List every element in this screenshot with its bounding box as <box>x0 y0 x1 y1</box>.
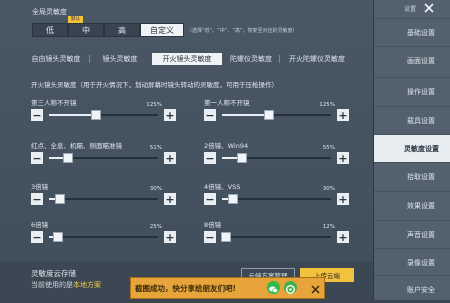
global-sensitivity-title: 全局灵敏度 <box>32 8 67 16</box>
sidebar-item-audio[interactable]: 声音设置 <box>374 220 450 248</box>
tab-gyroscope[interactable]: 陀螺仪灵敏度 <box>224 53 278 65</box>
sidebar-item-effects[interactable]: 效果设置 <box>374 191 450 219</box>
decrease-button[interactable]: − <box>31 193 43 205</box>
toast-close-icon[interactable] <box>309 281 322 294</box>
increase-button[interactable]: + <box>164 193 176 205</box>
slider-value: 51% <box>149 145 162 151</box>
sidebar-item-sensitivity[interactable]: 灵敏度设置 <box>374 134 450 162</box>
default-badge: 默认 <box>68 16 83 23</box>
wechat-share-icon[interactable] <box>267 281 280 294</box>
decrease-button[interactable]: − <box>204 152 216 164</box>
sidebar-item-controls[interactable]: 操作设置 <box>374 77 450 105</box>
slider-track[interactable] <box>49 232 158 242</box>
slider-thumb[interactable] <box>236 153 247 163</box>
close-icon[interactable] <box>421 0 437 16</box>
cloud-status-scheme: 本地方案 <box>73 281 101 289</box>
slider-track[interactable] <box>49 194 158 204</box>
slider-value: 12% <box>322 224 335 230</box>
slider-label: 第一人称不开镜 <box>204 99 250 107</box>
slider-track[interactable] <box>222 153 331 163</box>
slider-value: 30% <box>322 186 335 192</box>
settings-sidebar: 设置 基础设置 画面设置操作设置 载具设置 灵敏度设置 拾取设置 效果设置 声音设置 录像设置… <box>373 0 450 300</box>
slider-track[interactable] <box>222 194 331 204</box>
slider-track[interactable] <box>49 110 158 120</box>
sidebar-header: 设置 <box>374 0 450 18</box>
section-description: 开火镜头灵敏度（用于开火情况下，划动屏幕时镜头转动的灵敏度，可用于压枪操作） <box>31 81 278 89</box>
slider-label: 3倍镜 <box>31 183 49 191</box>
moments-share-icon[interactable] <box>284 281 297 294</box>
preset-high[interactable]: 高 <box>104 23 140 37</box>
slider-label: 6倍镜 <box>31 221 49 229</box>
decrease-button[interactable]: − <box>204 231 216 243</box>
increase-button[interactable]: + <box>337 152 349 164</box>
cloud-storage-title: 灵敏度云存储 <box>31 269 76 278</box>
slider-thumb[interactable] <box>221 232 232 242</box>
decrease-button[interactable]: − <box>31 152 43 164</box>
cloud-storage-status: 当前使用的是本地方案 <box>31 280 101 290</box>
decrease-button[interactable]: − <box>31 109 43 121</box>
sidebar-item-basic[interactable]: 基础设置 <box>374 18 450 46</box>
slider-thumb[interactable] <box>227 194 238 204</box>
slider-thumb[interactable] <box>62 153 73 163</box>
sidebar-item-vehicle[interactable]: 载具设置 <box>374 106 450 134</box>
screenshot-toast: 截图成功，快分享给朋友们吧! <box>130 277 325 299</box>
sidebar-item-graphics[interactable]: 画面设置 <box>374 46 450 74</box>
slider-fill <box>49 114 96 116</box>
slider-value: 25% <box>149 224 162 230</box>
preset-custom[interactable]: 自定义 <box>140 23 184 37</box>
slider-label: 8倍镜 <box>204 221 222 229</box>
preset-hint: （选择“低”、“中”、“高”，恢复至对应的灵敏度） <box>187 28 298 34</box>
slider-label: 第三人称不开镜 <box>31 99 77 107</box>
slider-track[interactable] <box>221 232 331 242</box>
slider-track[interactable] <box>222 110 331 120</box>
slider-thumb[interactable] <box>263 110 274 120</box>
decrease-button[interactable]: − <box>204 193 216 205</box>
sidebar-item-pickup[interactable]: 拾取设置 <box>374 162 450 190</box>
slider-track[interactable] <box>49 153 158 163</box>
increase-button[interactable]: + <box>164 109 176 121</box>
slider-thumb[interactable] <box>52 232 63 242</box>
slider-thumb[interactable] <box>54 194 65 204</box>
slider-value: 125% <box>319 102 335 108</box>
settings-main-panel: 全局灵敏度 低 中 默认 高 自定义 （选择“低”、“中”、“高”，恢复至对应的… <box>0 0 373 300</box>
slider-value: 125% <box>146 102 162 108</box>
increase-button[interactable]: + <box>337 231 349 243</box>
increase-button[interactable]: + <box>337 193 349 205</box>
preset-low[interactable]: 低 <box>32 23 68 37</box>
increase-button[interactable]: + <box>337 109 349 121</box>
decrease-button[interactable]: − <box>31 231 43 243</box>
decrease-button[interactable]: − <box>204 109 216 121</box>
slider-label: 4倍镜、VSS <box>204 183 241 191</box>
tab-free-camera[interactable]: 自由镜头灵敏度 <box>24 53 88 65</box>
slider-label: 红点、全息、机瞄、侧面瞄准镜 <box>31 142 122 150</box>
tab-camera[interactable]: 镜头灵敏度 <box>90 53 150 65</box>
tab-firing-camera[interactable]: 开火镜头灵敏度 <box>152 53 222 65</box>
sidebar-item-account-security[interactable]: 账户安全 <box>374 275 450 303</box>
slider-value: 30% <box>149 186 162 192</box>
toast-message: 截图成功，快分享给朋友们吧! <box>135 284 236 293</box>
tab-firing-gyroscope[interactable]: 开火陀螺仪灵敏度 <box>280 53 354 65</box>
slider-thumb[interactable] <box>90 110 101 120</box>
cloud-status-prefix: 当前使用的是 <box>31 281 73 289</box>
preset-medium[interactable]: 中 <box>68 23 104 37</box>
increase-button[interactable]: + <box>164 152 176 164</box>
sidebar-item-recording[interactable]: 录像设置 <box>374 248 450 276</box>
slider-fill <box>222 114 269 116</box>
slider-label: 2倍镜、Win94 <box>204 142 249 150</box>
slider-value: 55% <box>322 145 335 151</box>
sidebar-title: 设置 <box>404 6 417 13</box>
increase-button[interactable]: + <box>164 231 176 243</box>
